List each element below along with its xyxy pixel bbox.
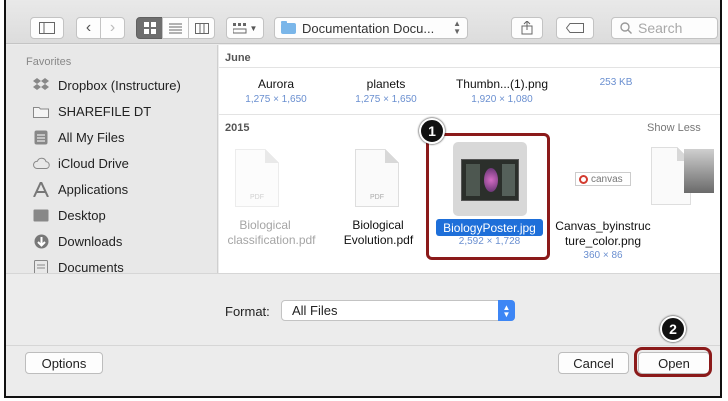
section-divider: [219, 67, 720, 68]
callout-highlight-2: [634, 347, 712, 377]
cloud-icon: [32, 155, 50, 171]
updown-chevron-icon: ▲ ▼: [453, 19, 461, 36]
callout-highlight-1: [426, 133, 550, 260]
downloads-icon: [32, 233, 50, 249]
view-mode-control: [136, 17, 215, 39]
share-button[interactable]: [511, 17, 543, 39]
toolbar: ‹ › ▼ Documentation Docu... ▲ ▼ Search: [6, 0, 720, 44]
pdf-file-icon: PDF: [235, 149, 279, 207]
dropbox-icon: [32, 77, 50, 93]
documents-icon: [32, 259, 50, 273]
pdf-file-icon: PDF: [355, 149, 399, 207]
file-size: 1,920 × 1,080: [471, 94, 533, 105]
chevron-down-icon: ▼: [249, 23, 258, 33]
sidebar-item-downloads[interactable]: Downloads: [32, 231, 122, 251]
section-divider: [219, 114, 720, 115]
sidebar-item-label: Downloads: [58, 233, 123, 249]
share-icon: [521, 21, 533, 35]
nav-buttons: ‹ ›: [76, 17, 125, 39]
location-label: Documentation Docu...: [302, 20, 435, 36]
format-panel: Format: All Files ▲ ▼: [6, 273, 720, 345]
callout-badge-1: 1: [419, 118, 445, 144]
sidebar-item-label: iCloud Drive: [58, 155, 129, 171]
arrange-menu-button[interactable]: ▼: [226, 17, 264, 39]
format-value: All Files: [292, 303, 338, 318]
file-size: 253 KB: [599, 77, 633, 88]
arrange-icon: [232, 22, 247, 33]
sidebar-icon: [39, 22, 55, 34]
desktop-icon: [32, 207, 50, 223]
sidebar-toggle-button[interactable]: [30, 17, 64, 39]
canvas-logo-icon: [579, 174, 588, 184]
grid-icon: [143, 22, 156, 34]
updown-chevron-icon: ▲ ▼: [498, 300, 515, 321]
file-size: 1,275 × 1,650: [245, 94, 307, 105]
tag-icon: [566, 23, 584, 33]
folder-icon: [281, 20, 296, 34]
sidebar-heading: Favorites: [26, 56, 72, 68]
search-field[interactable]: Search: [611, 17, 718, 39]
search-icon: [620, 22, 632, 34]
sidebar-item-sharefile[interactable]: SHAREFILE DT: [32, 101, 151, 121]
search-placeholder: Search: [638, 20, 683, 36]
sidebar-item-documents[interactable]: Documents: [32, 257, 124, 273]
sidebar-item-all-my-files[interactable]: All My Files: [32, 127, 124, 147]
format-label: Format:: [225, 304, 270, 319]
chevron-right-icon: ›: [109, 19, 116, 36]
column-view-button[interactable]: [188, 17, 215, 39]
portrait-thumbnail: [684, 149, 714, 193]
sidebar-item-label: Desktop: [58, 207, 106, 223]
forward-button[interactable]: ›: [100, 17, 125, 39]
all-files-icon: [32, 129, 50, 145]
file-name: Aurora: [257, 77, 295, 91]
file-name-line1: Biological: [352, 218, 404, 232]
sidebar: Favorites Dropbox (Instructure) SHAREFIL…: [6, 45, 218, 273]
file-size: 360 × 86: [583, 250, 623, 261]
back-button[interactable]: ‹: [76, 17, 101, 39]
sidebar-item-label: All My Files: [58, 129, 125, 145]
applications-icon: [32, 181, 50, 197]
file-size: 1,275 × 1,650: [355, 94, 417, 105]
list-icon: [169, 23, 182, 33]
file-name: planets: [366, 77, 406, 91]
sidebar-item-label: Documents: [58, 259, 124, 274]
canvas-logo-thumbnail: canvas: [575, 172, 631, 186]
sidebar-item-dropbox[interactable]: Dropbox (Instructure): [32, 75, 181, 95]
pdf-label: PDF: [250, 194, 264, 201]
tags-button[interactable]: [556, 17, 594, 39]
open-file-dialog: ‹ › ▼ Documentation Docu... ▲ ▼ Search F…: [4, 0, 722, 398]
list-view-button[interactable]: [162, 17, 189, 39]
callout-badge-2: 2: [660, 316, 686, 342]
section-header-june: June: [225, 52, 251, 64]
sidebar-item-desktop[interactable]: Desktop: [32, 205, 106, 225]
file-name-line2: classification.pdf: [227, 233, 316, 247]
file-name-line1: Canvas_byinstruc: [555, 219, 651, 233]
columns-icon: [194, 22, 209, 34]
icon-view-button[interactable]: [136, 17, 163, 39]
chevron-left-icon: ‹: [85, 19, 92, 36]
location-popup[interactable]: Documentation Docu... ▲ ▼: [274, 17, 468, 39]
file-name-line2: ture_color.png: [564, 234, 642, 248]
format-select[interactable]: All Files ▲ ▼: [281, 300, 515, 321]
sidebar-item-icloud-drive[interactable]: iCloud Drive: [32, 153, 129, 173]
sidebar-item-applications[interactable]: Applications: [32, 179, 128, 199]
file-name-line1: Biological: [239, 218, 291, 232]
file-name-line2: Evolution.pdf: [343, 233, 414, 247]
sidebar-item-label: Applications: [58, 181, 129, 197]
sidebar-item-label: Dropbox (Instructure): [58, 77, 181, 93]
bottom-bar: Options Cancel Open: [6, 345, 720, 387]
section-header-2015: 2015: [225, 122, 250, 134]
options-button[interactable]: Options: [25, 352, 103, 374]
cancel-button[interactable]: Cancel: [558, 352, 629, 374]
show-less-link[interactable]: Show Less: [647, 122, 701, 134]
pdf-label: PDF: [370, 194, 384, 201]
canvas-logo-text: canvas: [591, 173, 623, 185]
folder-icon: [32, 103, 50, 119]
file-name: Thumbn...(1).png: [455, 77, 549, 91]
sidebar-item-label: SHAREFILE DT: [58, 103, 152, 119]
